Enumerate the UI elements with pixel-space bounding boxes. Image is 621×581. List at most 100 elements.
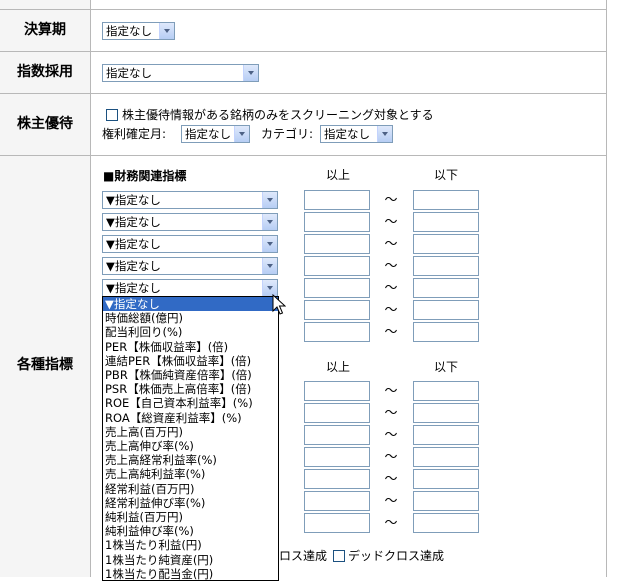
max-input[interactable]: [413, 234, 479, 254]
dropdown-option[interactable]: 売上高伸び率(%): [103, 439, 278, 453]
dropdown-option[interactable]: 経常利益(百万円): [103, 482, 278, 496]
dropdown-option[interactable]: PER【株価収益率】(倍): [103, 340, 278, 354]
max-input[interactable]: [413, 278, 479, 298]
indicator-select-2[interactable]: ▼指定なし: [102, 213, 278, 231]
yutai-only-checkbox-label: 株主優待情報がある銘柄のみをスクリーニング対象とする: [122, 108, 434, 122]
max-input[interactable]: [413, 300, 479, 320]
tilde: 〜: [384, 384, 398, 399]
dropdown-option[interactable]: ▼指定なし: [103, 297, 278, 312]
label-column-bg: [0, 0, 90, 577]
max-input[interactable]: [413, 513, 479, 533]
dropdown-option[interactable]: 売上高純利益率(%): [103, 467, 278, 481]
kenri-month-select[interactable]: 指定なし: [181, 125, 250, 143]
min-input[interactable]: [304, 190, 370, 210]
tilde: 〜: [384, 193, 398, 208]
min-input[interactable]: [304, 278, 370, 298]
dropdown-option[interactable]: PBR【株価純資産倍率】(倍): [103, 368, 278, 382]
dropdown-option[interactable]: 1株当たり配当金(円): [103, 567, 278, 580]
tilde: 〜: [384, 428, 398, 443]
max-header: 以下: [434, 168, 459, 182]
min-header-2: 以上: [326, 360, 351, 374]
max-input[interactable]: [413, 190, 479, 210]
chevron-down-icon: [243, 65, 258, 81]
dropdown-option[interactable]: 時価総額(億円): [103, 311, 278, 325]
max-input[interactable]: [413, 425, 479, 445]
min-input[interactable]: [304, 381, 370, 401]
min-input[interactable]: [304, 403, 370, 423]
settlement-select[interactable]: 指定なし: [102, 22, 175, 40]
min-input[interactable]: [304, 469, 370, 489]
tilde: 〜: [384, 237, 398, 252]
category-label: カテゴリ:: [261, 127, 314, 141]
index-select[interactable]: 指定なし: [102, 64, 259, 82]
dropdown-option[interactable]: ROE【自己資本利益率】(%): [103, 396, 278, 410]
dropdown-option[interactable]: 経常利益伸び率(%): [103, 496, 278, 510]
min-input[interactable]: [304, 300, 370, 320]
indicator-select-3[interactable]: ▼指定なし: [102, 235, 278, 253]
min-input[interactable]: [304, 212, 370, 232]
dropdown-option[interactable]: 売上高(百万円): [103, 425, 278, 439]
dropdown-option[interactable]: ROA【総資産利益率】(%): [103, 411, 278, 425]
max-input[interactable]: [413, 212, 479, 232]
dropdown-option[interactable]: 1株当たり純資産(円): [103, 553, 278, 567]
index-select-value: 指定なし: [106, 66, 152, 80]
chevron-down-icon: [262, 192, 277, 208]
settlement-label: 決算期: [24, 22, 66, 38]
chevron-down-icon: [262, 214, 277, 230]
table-divider: [90, 0, 91, 577]
indicator-select-value: ▼指定なし: [106, 237, 161, 251]
max-input[interactable]: [413, 491, 479, 511]
tilde: 〜: [384, 494, 398, 509]
index-label: 指数採用: [17, 64, 73, 80]
max-input[interactable]: [413, 469, 479, 489]
golden-cross-label: ロス達成: [279, 549, 328, 563]
min-input[interactable]: [304, 491, 370, 511]
min-input[interactable]: [304, 256, 370, 276]
max-input[interactable]: [413, 381, 479, 401]
tilde: 〜: [384, 450, 398, 465]
yutai-label: 株主優待: [17, 116, 73, 132]
dropdown-option[interactable]: PSR【株価売上高倍率】(倍): [103, 382, 278, 396]
row-separator: [0, 51, 607, 52]
indicator-select-4[interactable]: ▼指定なし: [102, 257, 278, 275]
tilde: 〜: [384, 303, 398, 318]
financial-section-title: ■財務関連指標: [103, 169, 187, 183]
tilde: 〜: [384, 259, 398, 274]
tilde: 〜: [384, 406, 398, 421]
dropdown-option[interactable]: 1株当たり利益(円): [103, 538, 278, 552]
max-input[interactable]: [413, 403, 479, 423]
chevron-down-icon: [234, 126, 249, 142]
chevron-down-icon: [159, 23, 174, 39]
min-input[interactable]: [304, 425, 370, 445]
table-right-border: [606, 0, 607, 577]
yutai-only-checkbox[interactable]: [106, 109, 118, 121]
dropdown-option[interactable]: 純利益(百万円): [103, 510, 278, 524]
min-input[interactable]: [304, 513, 370, 533]
dead-cross-checkbox[interactable]: [333, 550, 345, 562]
dropdown-option[interactable]: 配当利回り(%): [103, 325, 278, 339]
indicator-dropdown-list[interactable]: ▼指定なし 時価総額(億円) 配当利回り(%) PER【株価収益率】(倍) 連結PER【…: [102, 296, 279, 581]
row-separator: [0, 93, 607, 94]
indicator-select-5[interactable]: ▼指定なし: [102, 279, 278, 297]
category-select[interactable]: 指定なし: [320, 125, 393, 143]
mouse-cursor-icon: [272, 294, 286, 315]
max-header-2: 以下: [434, 360, 459, 374]
min-input[interactable]: [304, 234, 370, 254]
max-input[interactable]: [413, 322, 479, 342]
indicators-label: 各種指標: [17, 357, 73, 373]
min-input[interactable]: [304, 447, 370, 467]
dropdown-items: ▼指定なし 時価総額(億円) 配当利回り(%) PER【株価収益率】(倍) 連結PER【…: [103, 297, 278, 580]
dropdown-option[interactable]: 売上高経常利益率(%): [103, 453, 278, 467]
indicator-select-1[interactable]: ▼指定なし: [102, 191, 278, 209]
dead-cross-label: デッドクロス達成: [348, 549, 445, 563]
tilde: 〜: [384, 516, 398, 531]
row-separator: [0, 9, 607, 10]
dropdown-option[interactable]: 純利益伸び率(%): [103, 524, 278, 538]
kenri-month-select-value: 指定なし: [185, 127, 231, 141]
chevron-down-icon: [377, 126, 392, 142]
min-input[interactable]: [304, 322, 370, 342]
dropdown-option[interactable]: 連結PER【株価収益率】(倍): [103, 354, 278, 368]
max-input[interactable]: [413, 256, 479, 276]
tilde: 〜: [384, 325, 398, 340]
max-input[interactable]: [413, 447, 479, 467]
